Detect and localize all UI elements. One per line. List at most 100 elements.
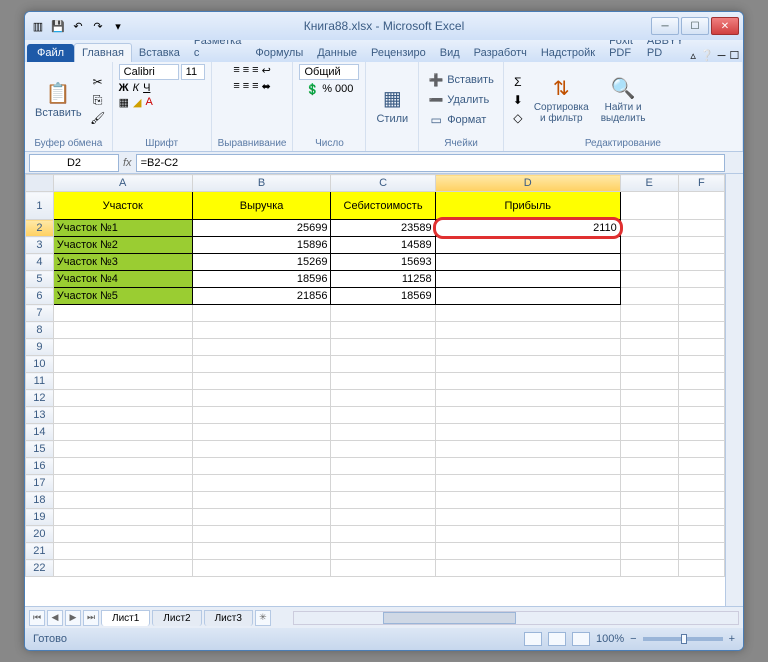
align-mid-icon[interactable]: ≡ bbox=[243, 64, 249, 77]
cell[interactable]: 25699 bbox=[192, 220, 331, 237]
sheet-tab-3[interactable]: Лист3 bbox=[204, 610, 253, 626]
page-layout-view-button[interactable] bbox=[548, 632, 566, 646]
zoom-slider[interactable] bbox=[643, 637, 723, 641]
col-header-f[interactable]: F bbox=[678, 175, 724, 192]
currency-icon[interactable]: 💲 bbox=[306, 83, 320, 96]
cell[interactable] bbox=[620, 288, 678, 305]
row-header[interactable]: 1 bbox=[26, 192, 54, 220]
font-color-button[interactable]: A bbox=[146, 96, 153, 109]
row-header[interactable]: 18 bbox=[26, 492, 54, 509]
zoom-level[interactable]: 100% bbox=[596, 633, 624, 645]
row-header[interactable]: 11 bbox=[26, 373, 54, 390]
number-format-select[interactable]: Общий bbox=[299, 64, 359, 80]
cell[interactable] bbox=[620, 220, 678, 237]
select-all-corner[interactable] bbox=[26, 175, 54, 192]
format-painter-icon[interactable]: 🖌 bbox=[90, 110, 106, 126]
cell[interactable]: 15269 bbox=[192, 254, 331, 271]
last-sheet-icon[interactable]: ⏭ bbox=[83, 610, 99, 626]
row-header[interactable]: 22 bbox=[26, 560, 54, 577]
vertical-scrollbar[interactable] bbox=[725, 174, 743, 606]
doc-close-icon[interactable]: ✕ bbox=[743, 49, 744, 62]
row-header[interactable]: 21 bbox=[26, 543, 54, 560]
save-icon[interactable]: 💾 bbox=[49, 17, 67, 35]
row-header[interactable]: 3 bbox=[26, 237, 54, 254]
cell[interactable]: Выручка bbox=[192, 192, 331, 220]
align-center-icon[interactable]: ≡ bbox=[243, 80, 249, 93]
cell[interactable]: 18569 bbox=[331, 288, 435, 305]
tab-addins[interactable]: Надстройк bbox=[534, 44, 602, 62]
col-header-e[interactable]: E bbox=[620, 175, 678, 192]
col-header-a[interactable]: A bbox=[53, 175, 192, 192]
sheet-tab-2[interactable]: Лист2 bbox=[152, 610, 201, 626]
bold-button[interactable]: Ж bbox=[119, 82, 129, 94]
close-button[interactable]: ✕ bbox=[711, 17, 739, 35]
cell[interactable]: 21856 bbox=[192, 288, 331, 305]
row-header[interactable]: 17 bbox=[26, 475, 54, 492]
cell[interactable] bbox=[620, 192, 678, 220]
row-header[interactable]: 12 bbox=[26, 390, 54, 407]
undo-icon[interactable]: ↶ bbox=[69, 17, 87, 35]
zoom-out-button[interactable]: − bbox=[630, 633, 636, 645]
maximize-button[interactable]: ☐ bbox=[681, 17, 709, 35]
doc-min-icon[interactable]: ─ bbox=[718, 50, 726, 62]
cell[interactable]: 18596 bbox=[192, 271, 331, 288]
excel-icon[interactable]: ▥ bbox=[29, 17, 47, 35]
col-header-d[interactable]: D bbox=[435, 175, 620, 192]
row-header[interactable]: 4 bbox=[26, 254, 54, 271]
horizontal-scrollbar[interactable] bbox=[293, 611, 739, 625]
fill-color-button[interactable]: ◢ bbox=[133, 96, 141, 109]
row-header[interactable]: 19 bbox=[26, 509, 54, 526]
cell[interactable]: Участок bbox=[53, 192, 192, 220]
tab-data[interactable]: Данные bbox=[310, 44, 364, 62]
row-header[interactable]: 13 bbox=[26, 407, 54, 424]
row-header[interactable]: 16 bbox=[26, 458, 54, 475]
normal-view-button[interactable] bbox=[524, 632, 542, 646]
minimize-button[interactable]: ─ bbox=[651, 17, 679, 35]
cell[interactable]: 23589 bbox=[331, 220, 435, 237]
cell[interactable]: Участок №4 bbox=[53, 271, 192, 288]
cell[interactable]: Прибыль bbox=[435, 192, 620, 220]
qat-dropdown-icon[interactable]: ▾ bbox=[109, 17, 127, 35]
align-top-icon[interactable]: ≡ bbox=[233, 64, 239, 77]
cell[interactable]: Участок №3 bbox=[53, 254, 192, 271]
col-header-c[interactable]: C bbox=[331, 175, 435, 192]
cell[interactable] bbox=[620, 271, 678, 288]
new-sheet-icon[interactable]: ✳ bbox=[255, 610, 271, 626]
cell[interactable]: Участок №5 bbox=[53, 288, 192, 305]
sort-filter-button[interactable]: ⇅ Сортировка и фильтр bbox=[530, 74, 593, 126]
row-header[interactable]: 14 bbox=[26, 424, 54, 441]
autosum-icon[interactable]: Σ bbox=[510, 74, 526, 90]
file-tab[interactable]: Файл bbox=[27, 44, 74, 62]
cell[interactable] bbox=[620, 237, 678, 254]
align-right-icon[interactable]: ≡ bbox=[252, 80, 258, 93]
cell[interactable] bbox=[435, 254, 620, 271]
cell[interactable] bbox=[435, 288, 620, 305]
next-sheet-icon[interactable]: ▶ bbox=[65, 610, 81, 626]
row-header[interactable]: 10 bbox=[26, 356, 54, 373]
align-left-icon[interactable]: ≡ bbox=[233, 80, 239, 93]
cell[interactable]: 15693 bbox=[331, 254, 435, 271]
row-header[interactable]: 9 bbox=[26, 339, 54, 356]
tab-insert[interactable]: Вставка bbox=[132, 44, 187, 62]
row-header[interactable]: 7 bbox=[26, 305, 54, 322]
col-header-b[interactable]: B bbox=[192, 175, 331, 192]
formula-bar[interactable]: =B2-C2 bbox=[136, 154, 725, 172]
cell[interactable]: Участок №1 bbox=[53, 220, 192, 237]
cell[interactable]: 15896 bbox=[192, 237, 331, 254]
tab-developer[interactable]: Разработч bbox=[467, 44, 534, 62]
format-cells-button[interactable]: ▭Формат bbox=[425, 111, 497, 129]
first-sheet-icon[interactable]: ⏮ bbox=[29, 610, 45, 626]
zoom-in-button[interactable]: + bbox=[729, 633, 735, 645]
italic-button[interactable]: К bbox=[133, 82, 139, 94]
row-header[interactable]: 8 bbox=[26, 322, 54, 339]
spreadsheet-grid[interactable]: A B C D E F 1 Участок Выручка Себистоимо… bbox=[25, 174, 725, 577]
tab-formulas[interactable]: Формулы bbox=[248, 44, 310, 62]
merge-icon[interactable]: ⬌ bbox=[262, 80, 271, 93]
styles-button[interactable]: ▦ Стили bbox=[372, 85, 412, 127]
font-name-select[interactable]: Calibri bbox=[119, 64, 179, 80]
prev-sheet-icon[interactable]: ◀ bbox=[47, 610, 63, 626]
sheet-tab-1[interactable]: Лист1 bbox=[101, 610, 150, 626]
fill-icon[interactable]: ⬇ bbox=[510, 92, 526, 108]
cell[interactable]: 14589 bbox=[331, 237, 435, 254]
percent-icon[interactable]: % bbox=[322, 83, 332, 96]
